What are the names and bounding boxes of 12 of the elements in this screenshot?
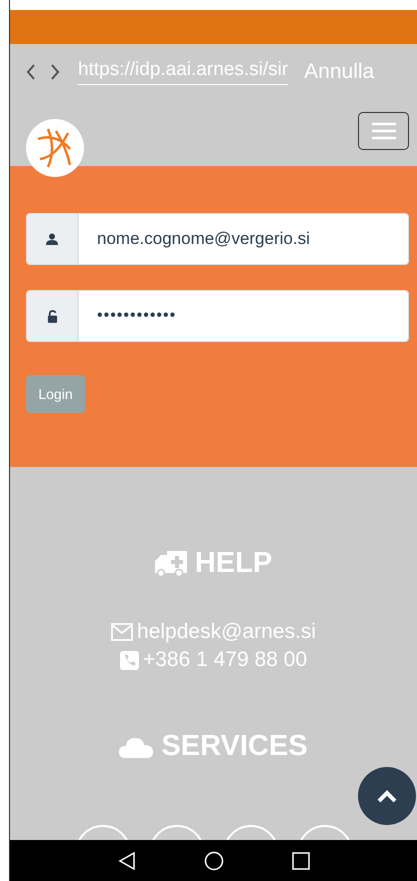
logo-icon[interactable] bbox=[26, 119, 84, 177]
phone-icon bbox=[120, 650, 139, 670]
menu-icon bbox=[372, 122, 396, 140]
forward-icon[interactable] bbox=[50, 64, 60, 80]
menu-button[interactable] bbox=[358, 112, 409, 150]
envelope-icon bbox=[111, 623, 134, 641]
login-button[interactable]: Login bbox=[26, 375, 85, 413]
ambulance-icon bbox=[154, 550, 187, 576]
cloud-icon bbox=[119, 736, 154, 758]
recents-icon[interactable] bbox=[292, 852, 310, 870]
chevron-up-icon bbox=[377, 789, 397, 803]
home-icon[interactable] bbox=[204, 850, 224, 870]
